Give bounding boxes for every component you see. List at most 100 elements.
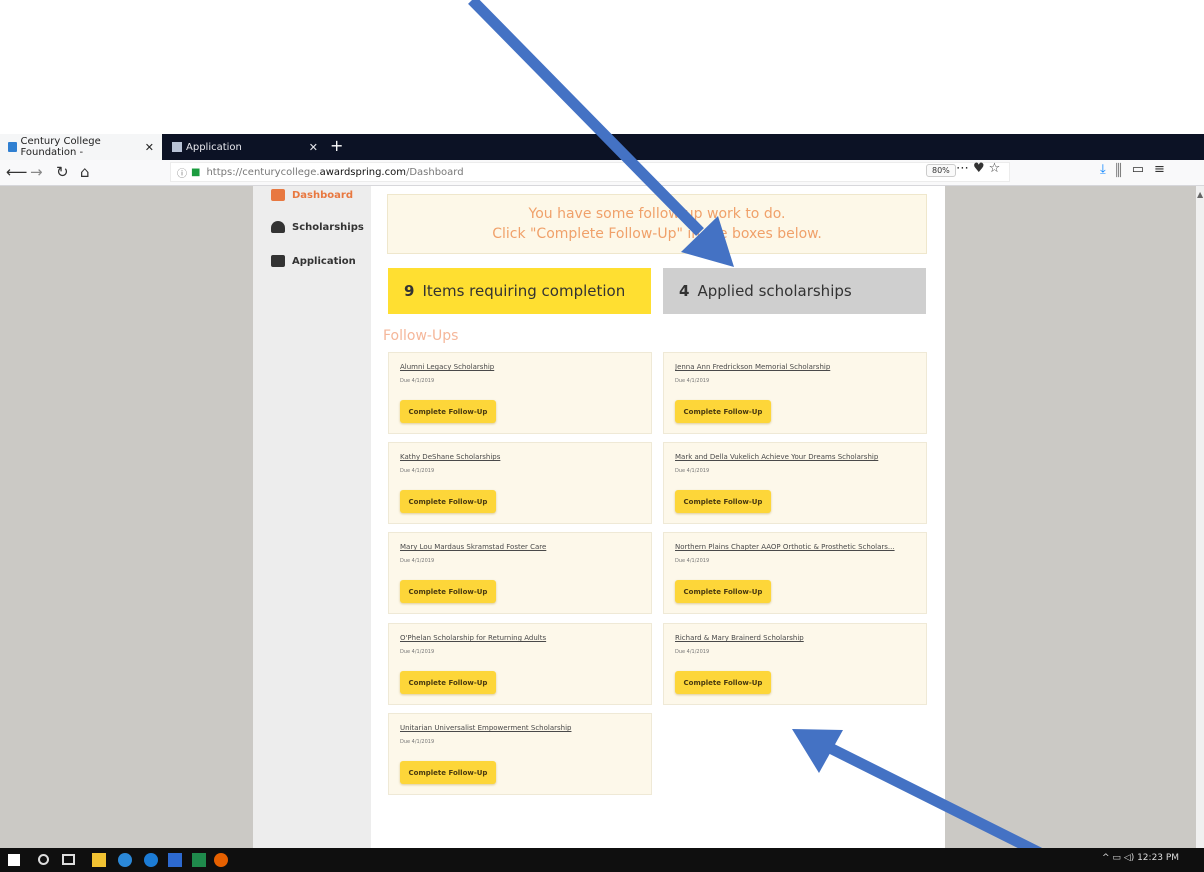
complete-follow-up-button[interactable]: Complete Follow-Up [400,671,496,694]
tab-application[interactable]: Application ✕ [168,134,326,160]
page-actions: ⋯♥☆ [956,161,1004,176]
task-view-icon[interactable] [62,854,75,865]
follow-up-card: Mark and Della Vukelich Achieve Your Dre… [663,442,927,524]
more-actions-icon[interactable]: ⋯ [956,161,973,176]
scholarship-link[interactable]: Mary Lou Mardaus Skramstad Foster Care [400,543,644,551]
info-icon[interactable]: ⓘ [177,165,187,180]
dashboard-icon [271,189,285,201]
url-host: awardspring.com [319,166,406,178]
follow-up-card: Mary Lou Mardaus Skramstad Foster Care D… [388,532,652,614]
outlook-icon[interactable] [168,853,182,867]
edge-icon[interactable] [118,853,132,867]
follow-up-card: O'Phelan Scholarship for Returning Adult… [388,623,652,705]
scholarship-link[interactable]: Unitarian Universalist Empowerment Schol… [400,724,644,732]
stat-number: 4 [679,282,690,300]
notice-line-1: You have some follow-up work to do. [528,206,786,222]
address-bar[interactable]: ⓘ ■ https://centurycollege. awardspring.… [170,162,1010,182]
tab-close-icon[interactable]: ✕ [309,141,318,154]
zoom-level[interactable]: 80% [926,164,956,177]
due-date: Due 4/1/2019 [400,649,435,655]
due-date: Due 4/1/2019 [675,558,710,564]
tab-century-college[interactable]: Century College Foundation - ✕ [0,134,162,160]
stat-number: 9 [404,282,415,300]
sidebar-item-label: Scholarships [292,221,364,233]
vertical-scrollbar[interactable] [1196,186,1204,848]
stat-label: Applied scholarships [697,282,852,300]
scholarship-link[interactable]: Mark and Della Vukelich Achieve Your Dre… [675,453,919,461]
browser-tab-bar: Century College Foundation - ✕ Applicati… [0,134,1204,160]
due-date: Due 4/1/2019 [675,468,710,474]
system-tray: ^ ▭ ◁) 12:23 PM [1102,853,1179,863]
sidebar-item-scholarships[interactable]: Scholarships [271,217,364,237]
scholarship-link[interactable]: Richard & Mary Brainerd Scholarship [675,634,919,642]
excel-icon[interactable] [192,853,206,867]
new-tab-button[interactable]: + [330,136,343,155]
applied-scholarships-tile[interactable]: 4 Applied scholarships [663,268,926,314]
sidebar-item-label: Application [292,255,356,267]
follow-up-card: Richard & Mary Brainerd Scholarship Due … [663,623,927,705]
complete-follow-up-button[interactable]: Complete Follow-Up [400,400,496,423]
stat-label: Items requiring completion [422,282,626,300]
menu-icon[interactable]: ≡ [1154,162,1175,177]
complete-follow-up-button[interactable]: Complete Follow-Up [675,400,771,423]
follow-ups-heading: Follow-Ups [383,328,459,344]
due-date: Due 4/1/2019 [400,378,435,384]
due-date: Due 4/1/2019 [675,649,710,655]
windows-taskbar: ^ ▭ ◁) 12:23 PM [0,848,1204,872]
due-date: Due 4/1/2019 [675,378,710,384]
items-requiring-completion-tile[interactable]: 9 Items requiring completion [388,268,651,314]
scholarship-link[interactable]: O'Phelan Scholarship for Returning Adult… [400,634,644,642]
scholarships-icon [271,221,285,233]
file-explorer-icon[interactable] [92,853,106,867]
scroll-up-icon[interactable]: ▲ [1197,190,1203,199]
tray-icons[interactable]: ^ ▭ ◁) [1102,853,1134,863]
forward-icon[interactable]: → [30,163,43,181]
url-prefix: https://centurycollege. [206,166,320,178]
search-icon[interactable] [38,854,49,865]
back-icon[interactable]: ⟵ [6,163,28,181]
due-date: Due 4/1/2019 [400,468,435,474]
library-icon[interactable]: ⫼ [1116,162,1132,177]
follow-up-card: Jenna Ann Fredrickson Memorial Scholarsh… [663,352,927,434]
follow-up-card: Alumni Legacy Scholarship Due 4/1/2019 C… [388,352,652,434]
sidebar-item-application[interactable]: Application [271,251,356,271]
bookmark-star-icon[interactable]: ☆ [989,161,1005,176]
lock-icon: ■ [191,166,201,178]
main-content: You have some follow-up work to do. Clic… [371,186,945,848]
complete-follow-up-button[interactable]: Complete Follow-Up [675,671,771,694]
due-date: Due 4/1/2019 [400,558,435,564]
follow-up-card: Northern Plains Chapter AAOP Orthotic & … [663,532,927,614]
reload-icon[interactable]: ↻ [56,163,69,181]
notice-line-2: Click "Complete Follow-Up" in the boxes … [492,226,822,242]
tab-label: Century College Foundation - [20,136,101,158]
tab-label: Application [186,141,242,153]
toolbar-icons: ⤓⫼▭≡ [1100,162,1175,177]
sidebar-item-label: Dashboard [292,189,353,201]
screen: Century College Foundation - ✕ Applicati… [0,0,1204,872]
complete-follow-up-button[interactable]: Complete Follow-Up [400,580,496,603]
start-icon[interactable] [8,854,20,866]
browser-nav-bar: ⟵ → ↻ ⌂ ⓘ ■ https://centurycollege. awar… [0,160,1204,186]
clock[interactable]: 12:23 PM [1137,853,1179,863]
tab-close-icon[interactable]: ✕ [145,141,154,154]
scholarship-link[interactable]: Alumni Legacy Scholarship [400,363,644,371]
site-favicon-icon [8,142,17,152]
pocket-icon[interactable]: ♥ [973,161,989,176]
home-icon[interactable]: ⌂ [80,163,90,181]
download-icon[interactable]: ⤓ [1100,162,1116,177]
scholarship-link[interactable]: Northern Plains Chapter AAOP Orthotic & … [675,543,919,551]
scholarship-link[interactable]: Jenna Ann Fredrickson Memorial Scholarsh… [675,363,919,371]
complete-follow-up-button[interactable]: Complete Follow-Up [400,761,496,784]
document-favicon-icon [172,142,182,152]
application-icon [271,255,285,267]
firefox-icon[interactable] [214,853,228,867]
follow-up-notice: You have some follow-up work to do. Clic… [387,194,927,254]
complete-follow-up-button[interactable]: Complete Follow-Up [400,490,496,513]
internet-explorer-icon[interactable] [144,853,158,867]
complete-follow-up-button[interactable]: Complete Follow-Up [675,490,771,513]
sidebar-toggle-icon[interactable]: ▭ [1132,162,1154,177]
sidebar-item-dashboard[interactable]: Dashboard [271,185,353,205]
complete-follow-up-button[interactable]: Complete Follow-Up [675,580,771,603]
follow-up-card: Kathy DeShane Scholarships Due 4/1/2019 … [388,442,652,524]
scholarship-link[interactable]: Kathy DeShane Scholarships [400,453,644,461]
